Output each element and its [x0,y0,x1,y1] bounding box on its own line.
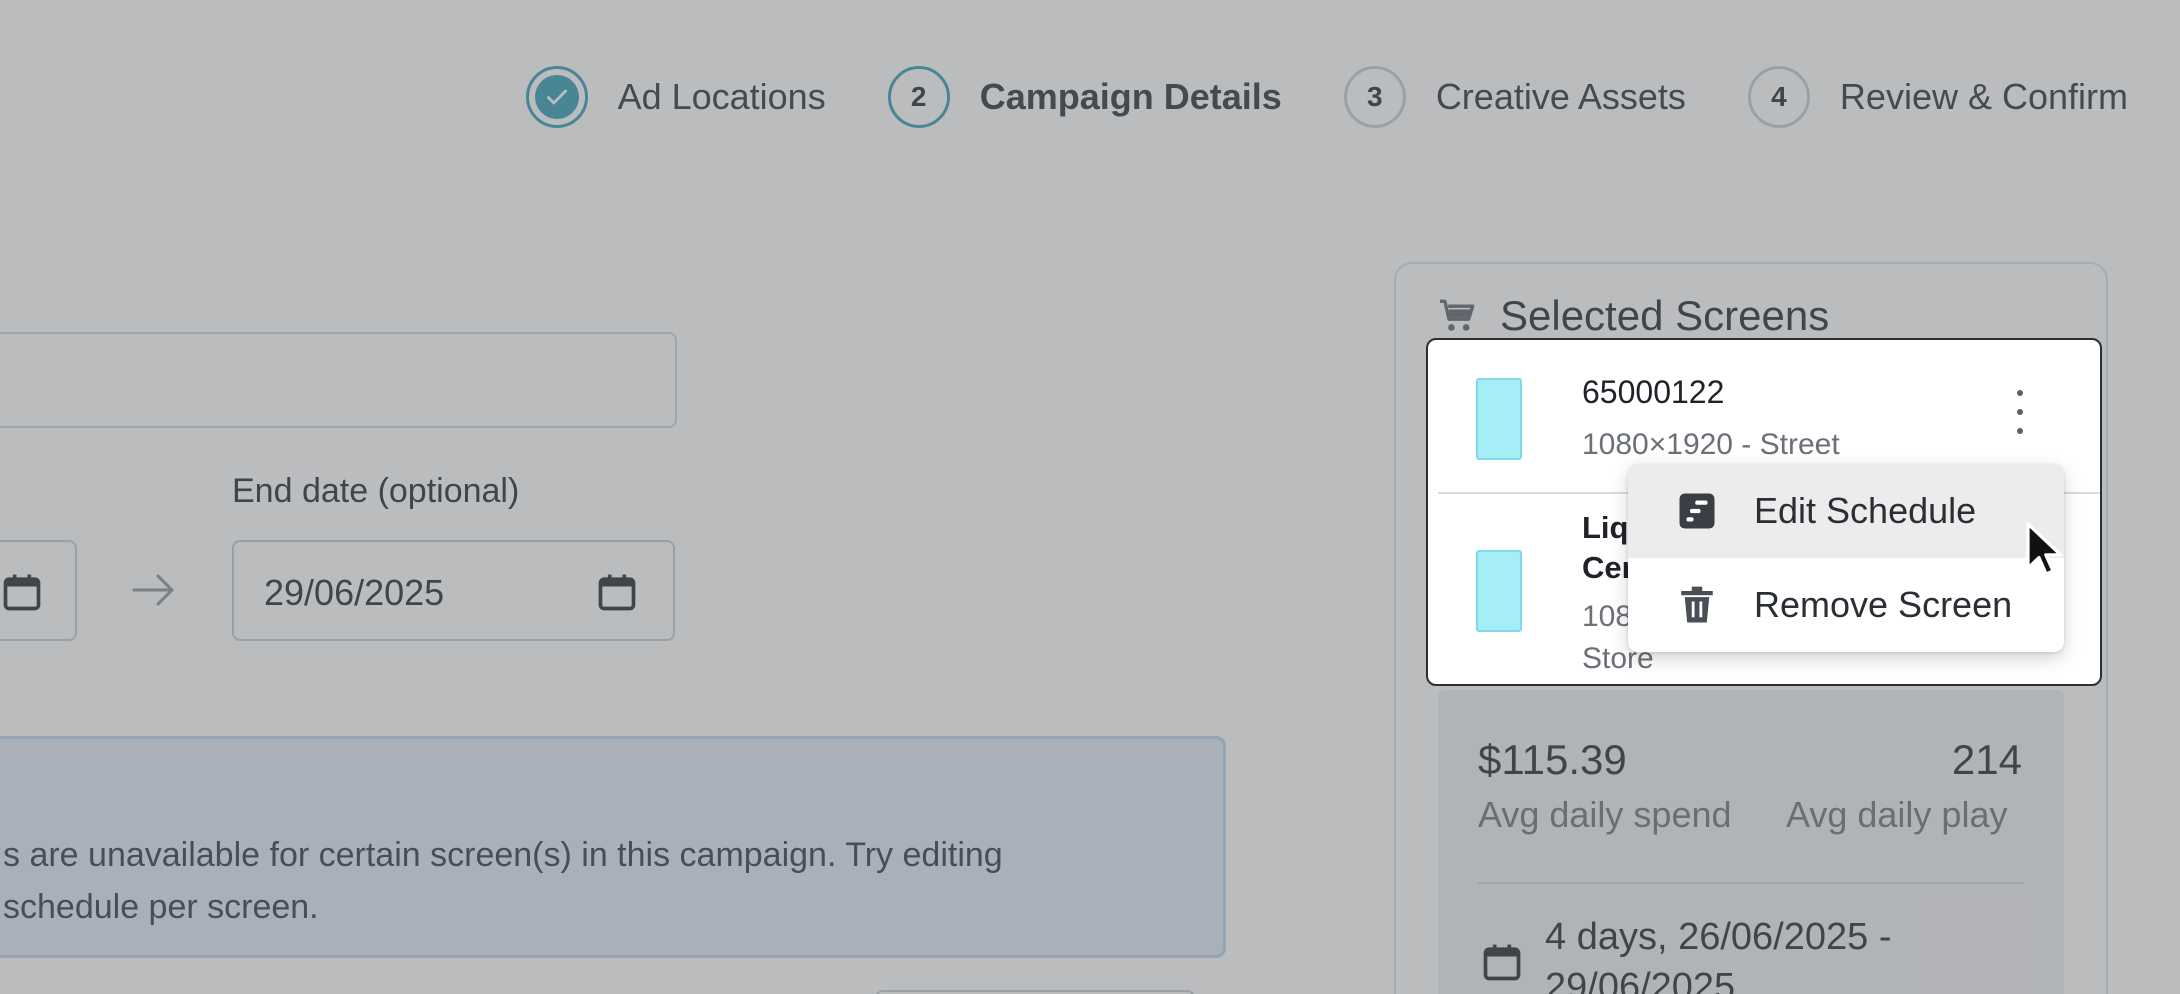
more-options-icon[interactable] [2008,390,2032,434]
remove-screen-menu-item[interactable]: Remove Screen [1628,558,2064,652]
schedule-icon [1679,493,1715,529]
menu-item-label: Remove Screen [1754,584,2013,625]
screen-context-menu: Edit Schedule Remove Screen [1628,464,2064,652]
screen-thumbnail [1476,550,1522,632]
screen-id: 65000122 [1582,374,1725,410]
trash-icon [1681,586,1713,623]
screen-thumbnail [1476,378,1522,460]
mouse-cursor-icon [2026,522,2063,576]
campaign-builder-page: Ad Locations 2 Campaign Details 3 Creati… [0,0,2180,994]
menu-item-label: Edit Schedule [1754,490,1977,531]
screen-meta: 1080×1920 - Street [1582,428,1840,461]
edit-schedule-menu-item[interactable]: Edit Schedule [1628,464,2064,558]
